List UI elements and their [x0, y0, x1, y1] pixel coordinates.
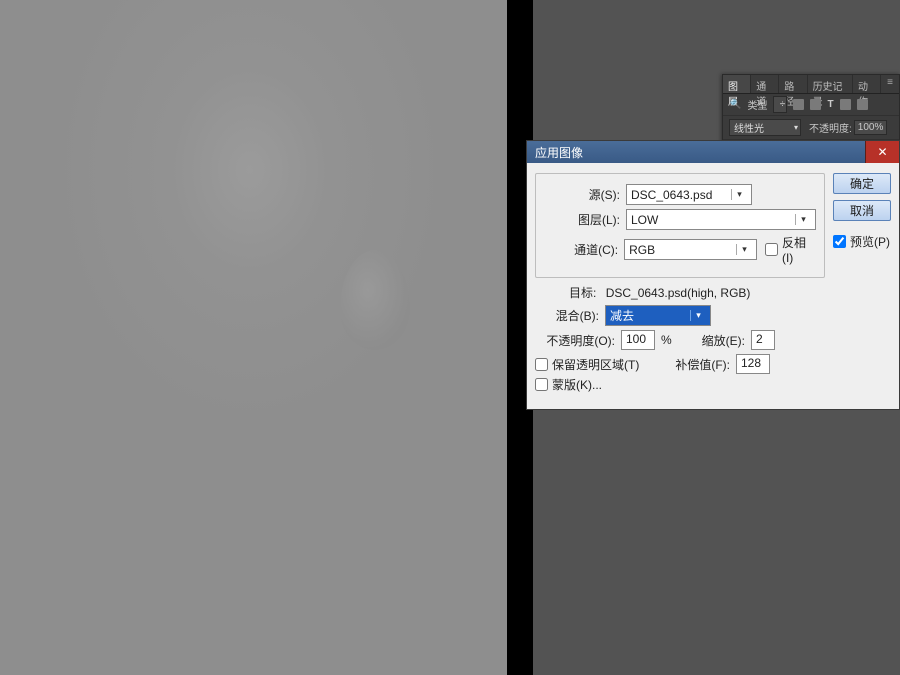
- mask-checkbox-input[interactable]: [535, 378, 548, 391]
- blend-label: 混合(B):: [535, 307, 599, 324]
- preserve-transparency-label: 保留透明区域(T): [552, 356, 639, 373]
- chevron-down-icon: ▾: [795, 214, 811, 225]
- tab-channels[interactable]: 通道: [751, 75, 779, 93]
- chevron-down-icon: ▾: [794, 123, 798, 132]
- preview-label: 预览(P): [850, 233, 890, 250]
- mask-checkbox[interactable]: 蒙版(K)...: [535, 376, 602, 393]
- source-value: DSC_0643.psd: [631, 188, 727, 202]
- source-label: 源(S):: [544, 186, 620, 203]
- dialog-fields: 源(S): DSC_0643.psd ▾ 图层(L): LOW ▾ 通道(C):: [535, 173, 825, 397]
- preserve-transparency-input[interactable]: [535, 358, 548, 371]
- tab-actions[interactable]: 动作: [853, 75, 881, 93]
- search-icon: 🔍: [729, 99, 741, 110]
- target-value: DSC_0643.psd(high, RGB): [606, 286, 751, 300]
- chevron-down-icon: ▾: [731, 189, 747, 200]
- filter-pixel-icon[interactable]: [793, 99, 804, 110]
- offset-label: 补偿值(F):: [675, 356, 730, 373]
- preview-checkbox[interactable]: 预览(P): [833, 233, 891, 250]
- source-group: 源(S): DSC_0643.psd ▾ 图层(L): LOW ▾ 通道(C):: [535, 173, 825, 278]
- scale-label: 缩放(E):: [702, 332, 745, 349]
- dialog-close-button[interactable]: ✕: [865, 141, 899, 163]
- opacity-input[interactable]: 100: [621, 330, 655, 350]
- source-select[interactable]: DSC_0643.psd ▾: [626, 184, 752, 205]
- invert-label: 反相(I): [782, 234, 816, 265]
- mask-label: 蒙版(K)...: [552, 376, 602, 393]
- blend-mode-value: 线性光: [734, 120, 764, 135]
- close-icon: ✕: [877, 145, 887, 159]
- panel-tabs: 图层 通道 路径 历史记录 动作 ≡: [723, 75, 899, 94]
- tab-layers[interactable]: 图层: [723, 75, 751, 93]
- filter-shape-icon[interactable]: [840, 99, 851, 110]
- cancel-button[interactable]: 取消: [833, 200, 891, 221]
- filter-smart-icon[interactable]: [857, 99, 868, 110]
- filter-dropdown-arrow[interactable]: ÷: [773, 96, 787, 113]
- blend-select[interactable]: 减去 ▾: [605, 305, 711, 326]
- opacity-label: 不透明度:: [809, 120, 852, 135]
- dialog-body: 源(S): DSC_0643.psd ▾ 图层(L): LOW ▾ 通道(C):: [527, 163, 899, 409]
- target-label: 目标:: [569, 286, 596, 300]
- blend-group: 混合(B): 减去 ▾ 不透明度(O): 100 % 缩放(E): 2: [535, 305, 825, 393]
- chevron-down-icon: ▾: [736, 244, 752, 255]
- layer-value: LOW: [631, 213, 791, 227]
- filter-type-label: 类型: [747, 97, 767, 112]
- apply-image-dialog: 应用图像 ✕ 源(S): DSC_0643.psd ▾ 图层(L): LOW: [526, 140, 900, 410]
- blend-value: 减去: [610, 307, 686, 324]
- chevron-down-icon: ▾: [690, 310, 706, 321]
- invert-checkbox[interactable]: 反相(I): [765, 234, 816, 265]
- opacity-value[interactable]: 100%: [854, 120, 888, 135]
- ok-button[interactable]: 确定: [833, 173, 891, 194]
- filter-adjust-icon[interactable]: [810, 99, 821, 110]
- scale-input[interactable]: 2: [751, 330, 775, 350]
- opacity-suffix: %: [661, 333, 672, 347]
- panel-menu-icon[interactable]: ≡: [881, 75, 899, 93]
- layer-filter-row: 🔍 类型 ÷ T: [723, 94, 899, 116]
- dialog-title: 应用图像: [535, 144, 583, 161]
- layer-select[interactable]: LOW ▾: [626, 209, 816, 230]
- blend-opacity-row: 线性光 ▾ 不透明度: 100%: [723, 116, 899, 140]
- tab-history[interactable]: 历史记录: [808, 75, 853, 93]
- preserve-transparency-checkbox[interactable]: 保留透明区域(T): [535, 356, 639, 373]
- dialog-buttons: 确定 取消 预览(P): [833, 173, 891, 397]
- document-canvas[interactable]: [0, 0, 507, 675]
- offset-input[interactable]: 128: [736, 354, 770, 374]
- channel-value: RGB: [629, 243, 732, 257]
- invert-checkbox-input[interactable]: [765, 243, 778, 256]
- preview-checkbox-input[interactable]: [833, 235, 846, 248]
- dialog-titlebar[interactable]: 应用图像 ✕: [527, 141, 899, 163]
- tab-paths[interactable]: 路径: [779, 75, 807, 93]
- channel-select[interactable]: RGB ▾: [624, 239, 757, 260]
- opacity-label: 不透明度(O):: [535, 332, 615, 349]
- blend-mode-select[interactable]: 线性光 ▾: [729, 119, 801, 136]
- filter-text-icon[interactable]: T: [827, 99, 833, 110]
- canvas-embossed-preview: [0, 0, 507, 675]
- layer-label: 图层(L):: [544, 211, 620, 228]
- channel-label: 通道(C):: [544, 241, 618, 258]
